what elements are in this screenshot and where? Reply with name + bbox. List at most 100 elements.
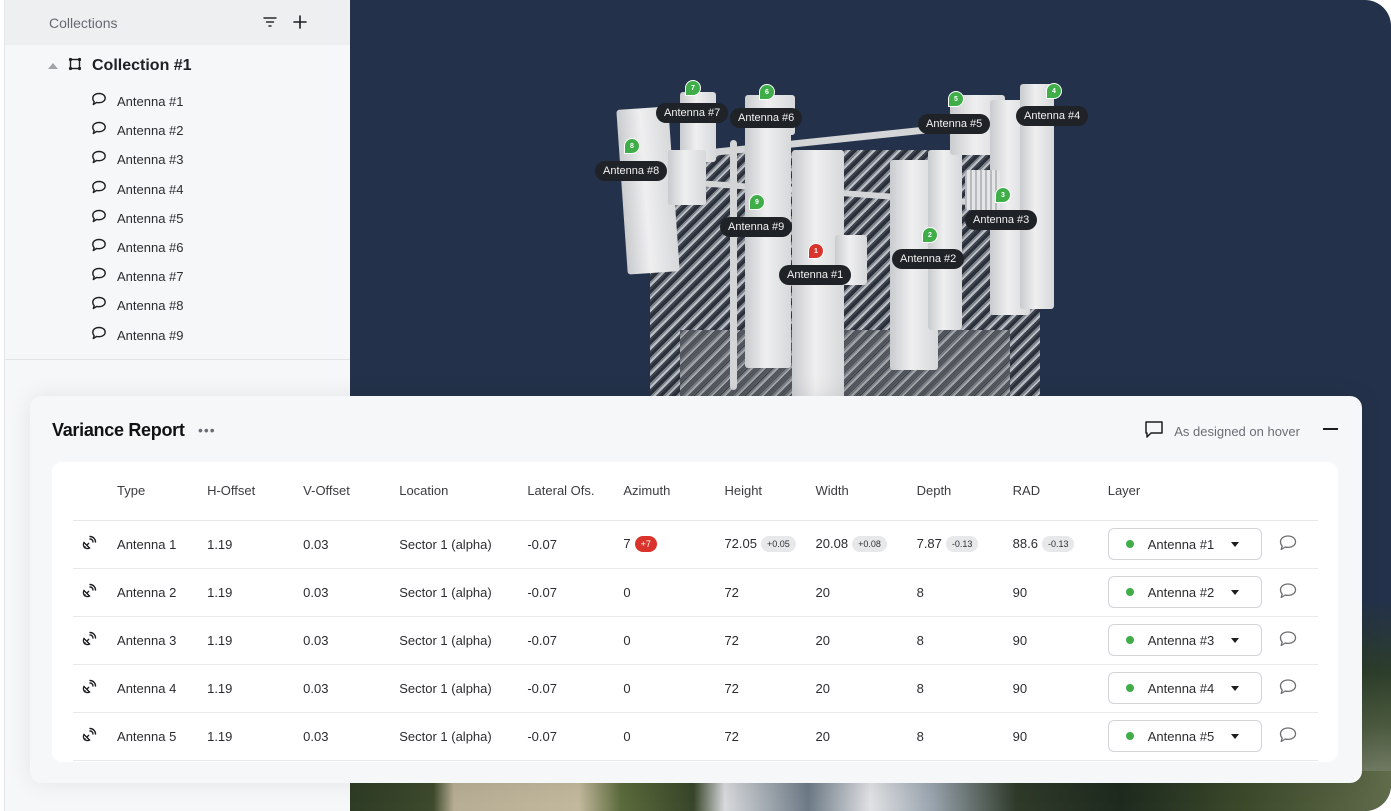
cell-v-offset: 0.03 [303, 616, 400, 665]
cell-height: 72 [724, 664, 816, 713]
collection-item[interactable]: Collection #1 [5, 45, 350, 87]
plus-icon[interactable] [292, 13, 308, 31]
cell-v-offset: 0.03 [303, 568, 400, 617]
marker-pin-7[interactable]: 7 [685, 80, 701, 96]
cell-lateral: -0.07 [527, 520, 624, 569]
cell-rad: 90 [1012, 712, 1108, 761]
cell-type: Antenna 3 [117, 616, 208, 665]
col-header-height[interactable]: Height [724, 462, 816, 521]
comment-icon[interactable] [1278, 726, 1298, 747]
cell-height: 72.05 +0.05 [724, 520, 816, 569]
list-item[interactable]: Antenna #3 [5, 145, 350, 174]
list-item[interactable]: Antenna #4 [5, 175, 350, 204]
cell-h-offset: 1.19 [207, 568, 304, 617]
marker-pin-6[interactable]: 6 [759, 84, 775, 100]
col-header-h-offset[interactable]: H-Offset [207, 462, 304, 521]
list-item-label: Antenna #5 [117, 210, 184, 226]
as-designed-label: As designed on hover [1174, 423, 1300, 439]
list-item[interactable]: Antenna #5 [5, 204, 350, 233]
layer-select-value: Antenna #3 [1147, 632, 1215, 648]
comment-icon [91, 267, 107, 286]
layer-select[interactable]: Antenna #2 [1107, 576, 1262, 608]
layer-select[interactable]: Antenna #1 [1107, 528, 1262, 560]
marker-pin-2[interactable]: 2 [922, 227, 938, 243]
list-item-label: Antenna #3 [117, 152, 184, 168]
marker-label-8[interactable]: Antenna #8 [595, 161, 668, 181]
cell-depth: 8 [916, 568, 1013, 617]
col-header-depth[interactable]: Depth [916, 462, 1013, 521]
depth-value: 7.87 [916, 535, 942, 551]
comment-icon[interactable] [1278, 630, 1298, 651]
list-item-label: Antenna #2 [117, 123, 184, 139]
marker-label-2[interactable]: Antenna #2 [892, 249, 965, 269]
list-item[interactable]: Antenna #1 [5, 87, 350, 116]
cell-azimuth: 0 [623, 616, 725, 665]
marker-label-7[interactable]: Antenna #7 [656, 103, 729, 123]
marker-label-4[interactable]: Antenna #4 [1016, 106, 1089, 126]
cell-location: Sector 1 (alpha) [399, 568, 528, 617]
variance-table-card: Type H-Offset V-Offset Location Lateral … [52, 462, 1338, 762]
cell-lateral: -0.07 [527, 712, 624, 761]
sidebar-divider [5, 359, 350, 360]
marker-label-5[interactable]: Antenna #5 [918, 114, 991, 134]
list-item[interactable]: Antenna #9 [5, 321, 350, 350]
list-item-label: Antenna #4 [117, 181, 184, 197]
layer-select[interactable]: Antenna #5 [1107, 720, 1262, 752]
filter-icon[interactable] [262, 13, 278, 31]
cell-azimuth: 0 [623, 664, 725, 713]
col-header-location[interactable]: Location [399, 462, 528, 521]
marker-pin-1[interactable]: 1 [808, 243, 824, 259]
minimize-icon[interactable] [1323, 428, 1338, 430]
antenna-signal-icon [81, 535, 97, 554]
cell-type: Antenna 5 [117, 712, 208, 761]
variance-table: Type H-Offset V-Offset Location Lateral … [73, 462, 1318, 761]
list-item-label: Antenna #8 [117, 298, 184, 314]
table-row[interactable]: Antenna 4 1.19 0.03 Sector 1 (alpha) -0.… [73, 664, 1318, 713]
marker-label-6[interactable]: Antenna #6 [730, 108, 803, 128]
marker-label-1[interactable]: Antenna #1 [779, 265, 852, 285]
list-item[interactable]: Antenna #8 [5, 291, 350, 320]
cell-azimuth: 0 [623, 568, 725, 617]
comment-icon [91, 238, 107, 257]
marker-pin-9[interactable]: 9 [749, 194, 765, 210]
marker-label-3[interactable]: Antenna #3 [965, 210, 1038, 230]
marker-pin-4[interactable]: 4 [1046, 83, 1062, 99]
cell-height: 72 [724, 568, 816, 617]
list-item[interactable]: Antenna #2 [5, 116, 350, 145]
antenna-signal-icon [81, 727, 97, 746]
col-header-layer[interactable]: Layer [1107, 462, 1278, 521]
table-row[interactable]: Antenna 2 1.19 0.03 Sector 1 (alpha) -0.… [73, 568, 1318, 617]
cell-width: 20 [815, 664, 917, 713]
comment-icon[interactable] [1278, 582, 1298, 603]
more-options-icon[interactable]: ••• [198, 422, 216, 438]
chevron-down-icon [1230, 734, 1239, 739]
status-dot [1125, 636, 1134, 644]
col-header-width[interactable]: Width [815, 462, 917, 521]
marker-pin-3[interactable]: 3 [995, 187, 1011, 203]
chevron-down-icon [1230, 638, 1239, 643]
as-designed-toggle[interactable]: As designed on hover [1144, 420, 1300, 442]
cell-v-offset: 0.03 [303, 664, 400, 713]
cell-rad: 90 [1012, 616, 1108, 665]
col-header-lateral[interactable]: Lateral Ofs. [527, 462, 624, 521]
marker-pin-8[interactable]: 8 [624, 138, 640, 154]
col-header-v-offset[interactable]: V-Offset [303, 462, 400, 521]
comment-icon[interactable] [1278, 678, 1298, 699]
col-header-rad[interactable]: RAD [1012, 462, 1108, 521]
comment-icon[interactable] [1278, 534, 1298, 555]
marker-pin-5[interactable]: 5 [948, 91, 964, 107]
layer-select[interactable]: Antenna #3 [1107, 624, 1262, 656]
table-row[interactable]: Antenna 1 1.19 0.03 Sector 1 (alpha) -0.… [73, 520, 1318, 569]
col-header-azimuth[interactable]: Azimuth [623, 462, 725, 521]
layer-select[interactable]: Antenna #4 [1107, 672, 1262, 704]
width-delta-badge: +0.08 [852, 536, 887, 553]
collapse-caret-icon[interactable] [48, 63, 58, 69]
col-header-type[interactable]: Type [117, 462, 208, 521]
table-row[interactable]: Antenna 5 1.19 0.03 Sector 1 (alpha) -0.… [73, 712, 1318, 761]
marker-label-9[interactable]: Antenna #9 [720, 217, 793, 237]
status-dot [1125, 684, 1134, 692]
list-item[interactable]: Antenna #7 [5, 262, 350, 291]
table-row[interactable]: Antenna 3 1.19 0.03 Sector 1 (alpha) -0.… [73, 616, 1318, 665]
comment-icon [91, 296, 107, 315]
list-item[interactable]: Antenna #6 [5, 233, 350, 262]
